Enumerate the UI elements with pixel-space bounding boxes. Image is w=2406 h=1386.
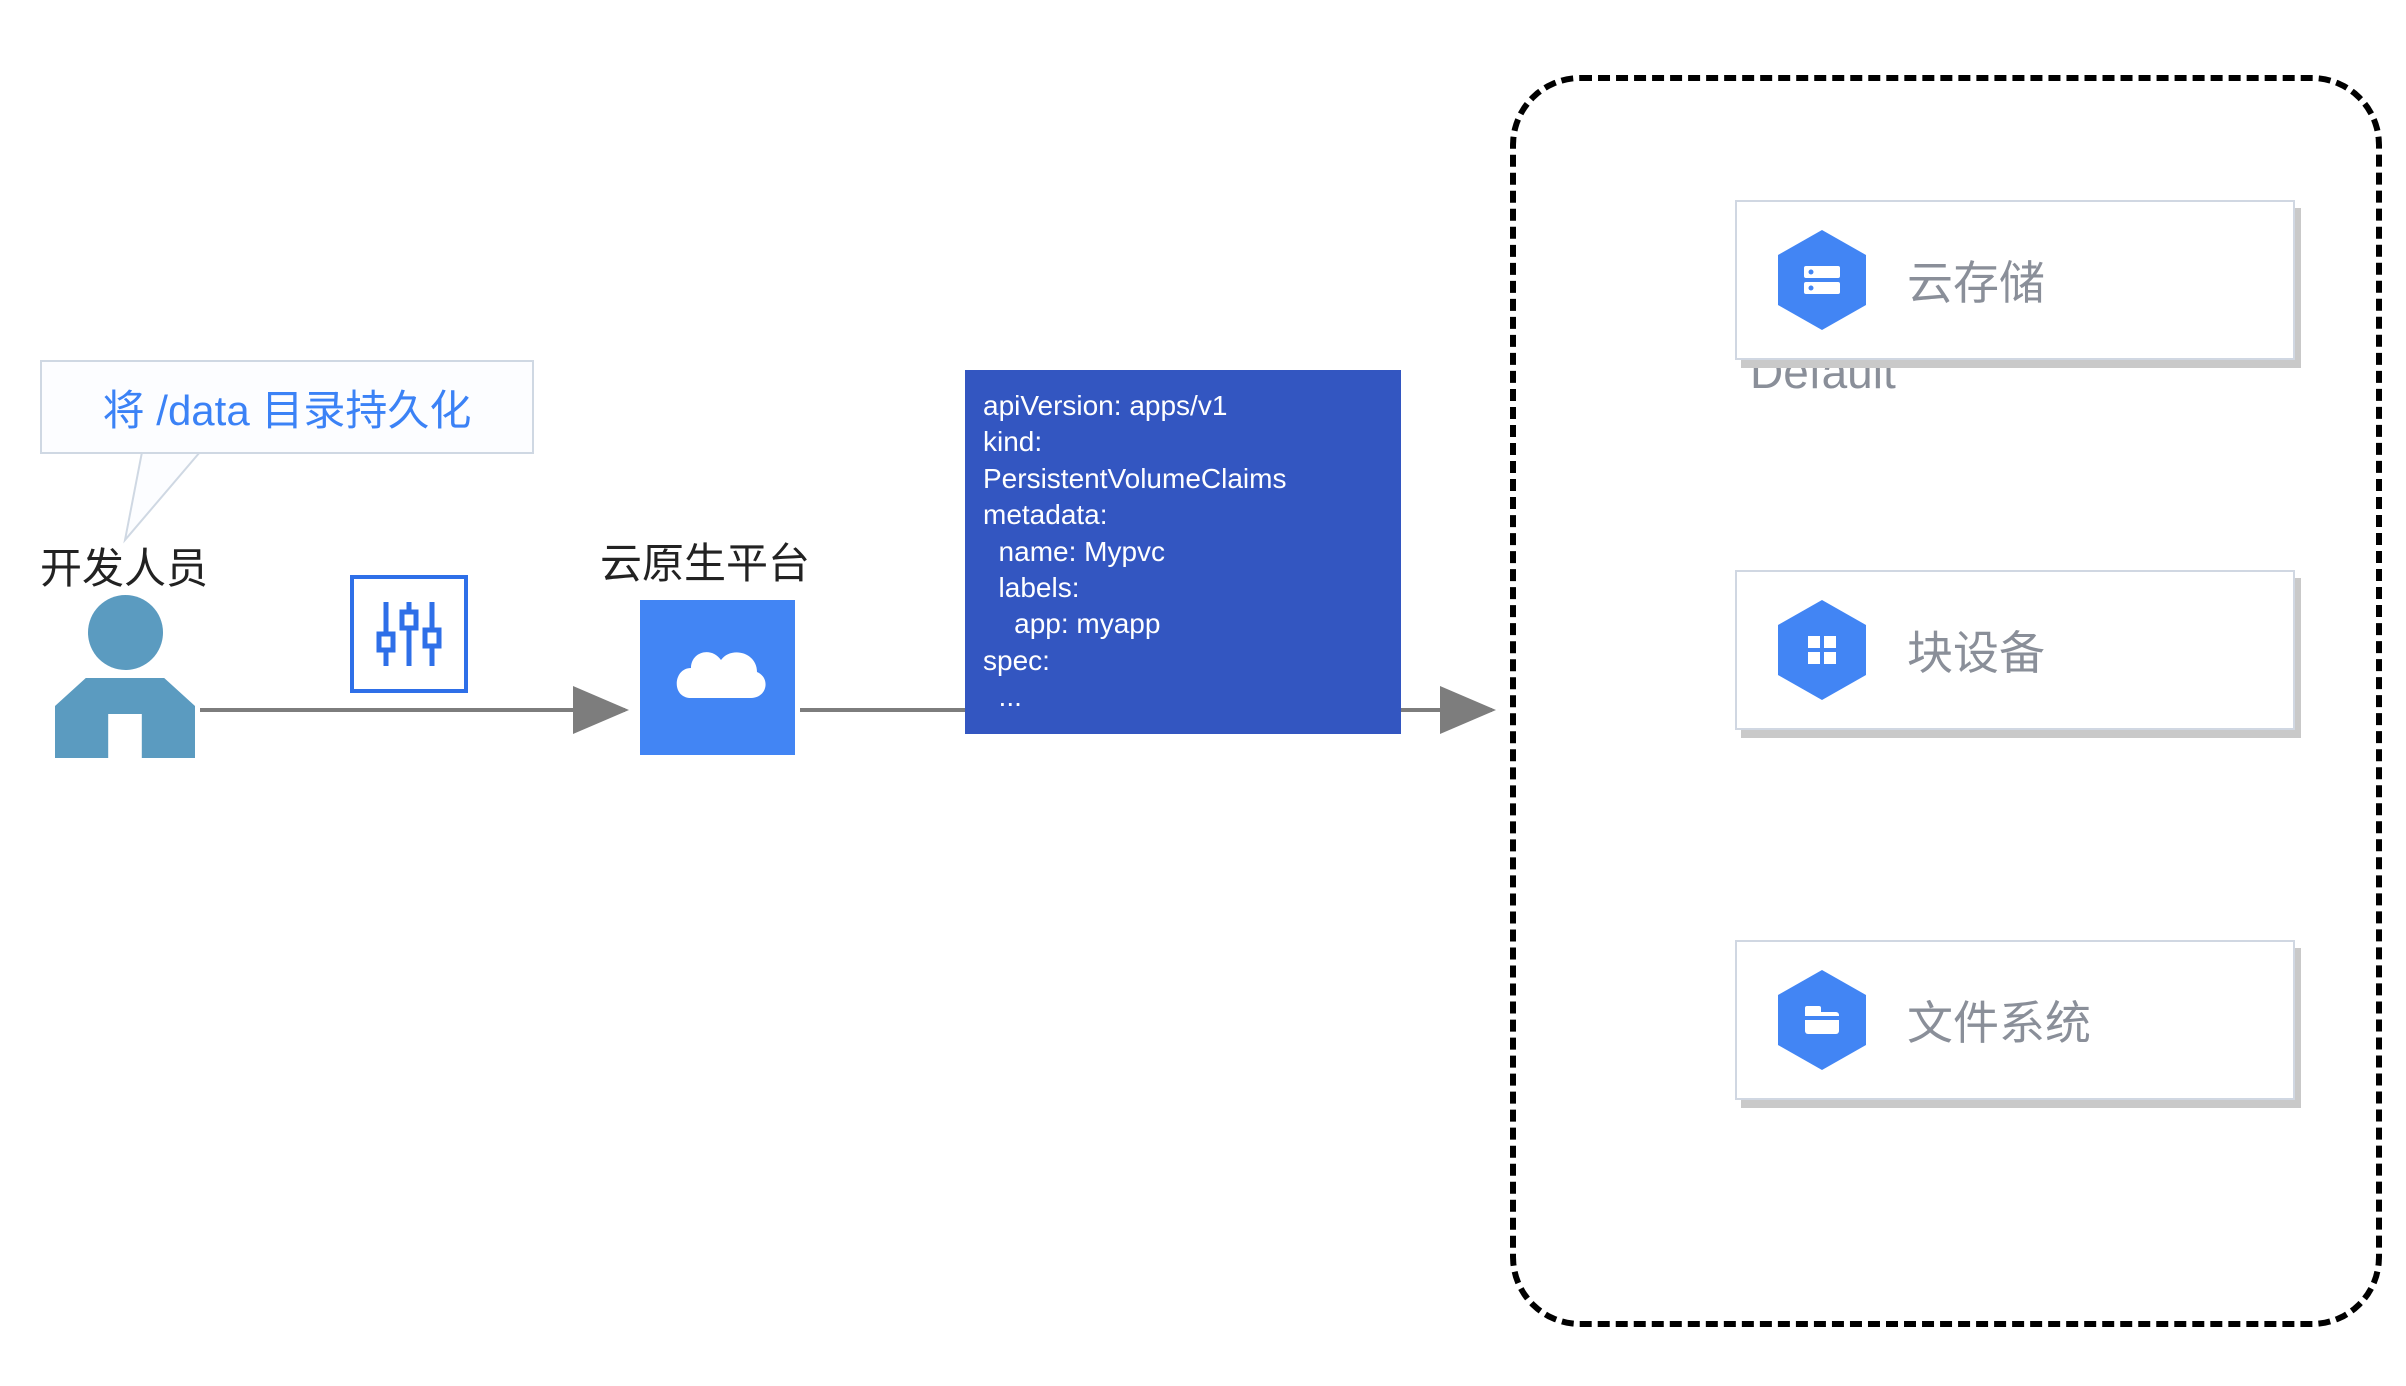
blocks-icon xyxy=(1777,600,1867,700)
yaml-line: ... xyxy=(983,681,1022,712)
developer-person-icon xyxy=(55,595,195,758)
storage-card-title: 块设备 xyxy=(1907,617,2045,683)
yaml-line: app: myapp xyxy=(983,608,1160,639)
yaml-line: labels: xyxy=(983,572,1080,603)
yaml-line: name: Mypvc xyxy=(983,536,1165,567)
speech-bubble: 将 /data 目录持久化 xyxy=(40,360,534,454)
yaml-line: kind: xyxy=(983,426,1042,457)
yaml-line: apiVersion: apps/v1 xyxy=(983,390,1227,421)
platform-label: 云原生平台 xyxy=(600,530,810,591)
speech-text: 将 /data 目录持久化 xyxy=(103,377,472,438)
yaml-line: spec: xyxy=(983,645,1050,676)
storage-card-title: 云存储 xyxy=(1907,247,2045,313)
storage-card-block: 块设备 xyxy=(1735,570,2295,730)
storage-card-filesystem: 文件系统 xyxy=(1735,940,2295,1100)
yaml-manifest: apiVersion: apps/v1 kind: PersistentVolu… xyxy=(965,370,1401,734)
yaml-line: metadata: xyxy=(983,499,1108,530)
storage-card-title: 文件系统 xyxy=(1907,987,2091,1053)
disk-stack-icon xyxy=(1777,230,1867,330)
cloud-platform-icon xyxy=(640,600,795,755)
folder-icon xyxy=(1777,970,1867,1070)
yaml-line: PersistentVolumeClaims xyxy=(983,463,1286,494)
storage-card-cloud: 云存储 xyxy=(1735,200,2295,360)
settings-sliders-icon xyxy=(350,575,468,693)
developer-label: 开发人员 xyxy=(40,535,208,596)
